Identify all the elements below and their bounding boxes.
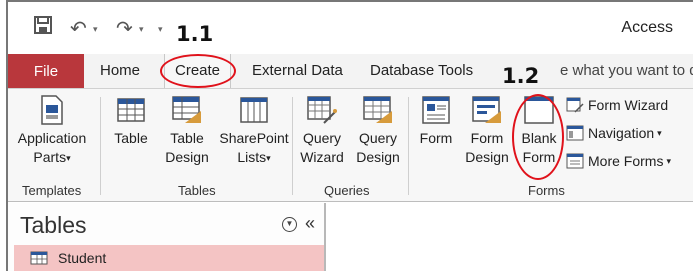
form-icon xyxy=(422,96,450,124)
sharepoint-lists-icon xyxy=(240,97,268,123)
access-window: ↶ ▾ ↷ ▾ ▾ Access File Home Create Extern… xyxy=(6,0,693,271)
redo-icon[interactable]: ↷ xyxy=(116,16,133,41)
undo-dropdown-icon[interactable]: ▾ xyxy=(93,24,98,35)
ribbon-create: Application Parts▾ Templates Table Table… xyxy=(8,88,693,202)
navigation-button[interactable]: Navigation ▾ xyxy=(566,125,662,141)
annotation-step-1-2: 1.2 xyxy=(502,64,540,88)
navigation-icon xyxy=(566,125,584,141)
document-workspace xyxy=(328,203,693,271)
sharepoint-lists-button[interactable]: SharePoint Lists▾ xyxy=(214,95,294,168)
group-separator xyxy=(100,97,101,195)
table-button[interactable]: Table xyxy=(108,95,154,148)
application-parts-icon xyxy=(41,95,63,125)
group-label-queries: Queries xyxy=(324,183,370,198)
form-button[interactable]: Form xyxy=(414,95,458,148)
form-wizard-button[interactable]: Form Wizard xyxy=(566,97,668,113)
tab-database-tools[interactable]: Database Tools xyxy=(370,62,473,79)
form-design-button[interactable]: Form Design xyxy=(462,95,512,167)
group-separator xyxy=(408,97,409,195)
nav-menu-chevron-icon[interactable]: ▼ xyxy=(282,217,297,232)
group-label-tables: Tables xyxy=(178,183,216,198)
tab-file[interactable]: File xyxy=(8,54,84,88)
table-design-icon xyxy=(172,96,201,123)
group-separator xyxy=(292,97,293,195)
redo-dropdown-icon[interactable]: ▾ xyxy=(139,24,144,35)
save-icon[interactable] xyxy=(34,16,52,40)
application-parts-button[interactable]: Application Parts▾ xyxy=(12,95,92,168)
nav-item-student[interactable]: Student xyxy=(14,245,324,271)
group-label-templates: Templates xyxy=(22,183,82,198)
tab-home[interactable]: Home xyxy=(100,62,140,79)
shutter-collapse-icon[interactable]: « xyxy=(305,213,315,234)
nav-pane-title[interactable]: Tables xyxy=(20,212,86,239)
table-icon xyxy=(30,251,48,265)
table-icon xyxy=(117,98,145,122)
table-design-button[interactable]: Table Design xyxy=(162,95,212,167)
annotation-step-1-1: 1.1 xyxy=(176,22,214,46)
more-forms-icon xyxy=(566,153,584,169)
ribbon-tab-row: File Home Create External Data Database … xyxy=(8,54,693,88)
title-bar: ↶ ▾ ↷ ▾ ▾ Access xyxy=(8,2,693,54)
customize-qat-icon[interactable]: ▾ xyxy=(158,24,163,35)
navigation-pane: Tables ▼ « Student xyxy=(8,203,326,271)
form-wizard-icon xyxy=(566,97,584,113)
annotation-ring-create xyxy=(160,54,236,88)
more-forms-button[interactable]: More Forms ▾ xyxy=(566,153,671,169)
tell-me-search[interactable]: e what you want to d xyxy=(560,62,693,79)
annotation-ring-blank-form xyxy=(512,94,564,180)
window-title: Access xyxy=(621,19,673,36)
query-design-icon xyxy=(363,96,392,123)
undo-icon[interactable]: ↶ xyxy=(70,16,87,41)
tab-external-data[interactable]: External Data xyxy=(252,62,343,79)
query-wizard-button[interactable]: Query Wizard xyxy=(296,95,348,167)
group-label-forms: Forms xyxy=(528,183,565,198)
query-design-button[interactable]: Query Design xyxy=(352,95,404,167)
query-wizard-icon xyxy=(307,96,337,124)
form-design-icon xyxy=(472,96,501,123)
